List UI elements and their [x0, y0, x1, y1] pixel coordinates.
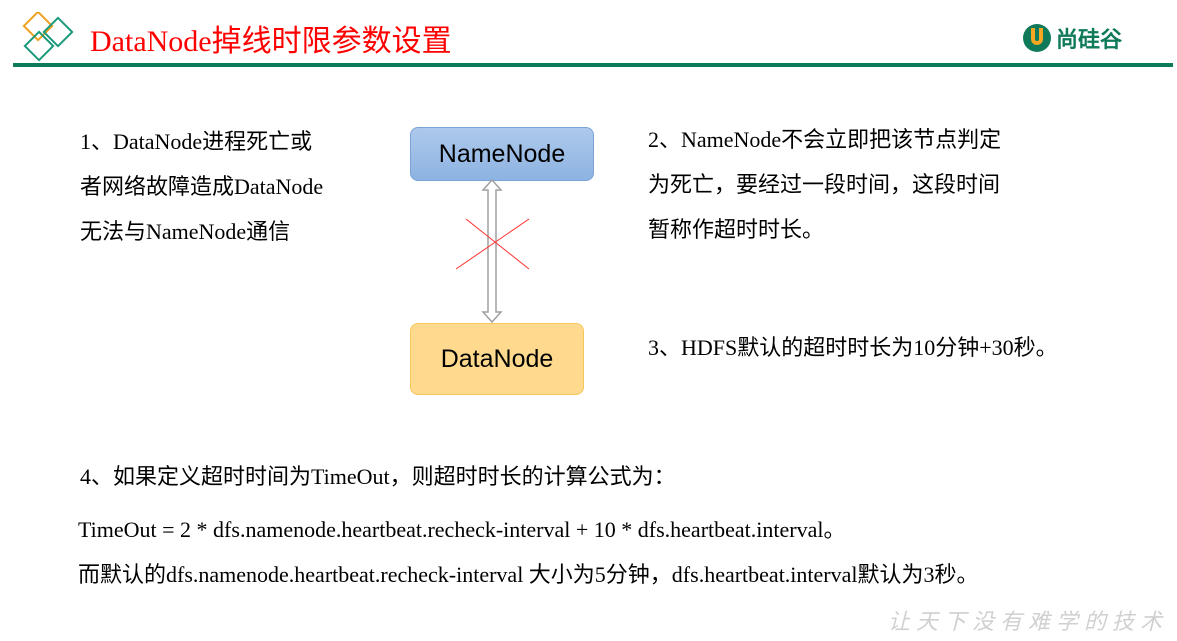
text-line: 者网络故障造成DataNode	[80, 174, 324, 199]
header-divider	[13, 63, 1173, 67]
datanode-box: DataNode	[410, 323, 584, 395]
page-title: DataNode掉线时限参数设置	[90, 25, 452, 58]
text-line: 暂称作超时时长。	[648, 217, 825, 242]
point-2: 2、NameNode不会立即把该节点判定 为死亡，要经过一段时间，这段时间 暂称…	[648, 117, 1001, 252]
point-4: 4、如果定义超时时间为TimeOut，则超时时长的计算公式为：	[80, 464, 676, 489]
text-line: 1、DataNode进程死亡或	[80, 129, 313, 154]
footer-slogan: 让天下没有难学的技术	[888, 609, 1169, 634]
double-arrow-icon	[481, 178, 503, 324]
brand-u-icon	[1023, 24, 1051, 52]
point-3: 3、HDFS默认的超时时长为10分钟+30秒。	[648, 335, 1058, 360]
brand-logo: 尚硅谷	[1022, 22, 1122, 54]
brand-name: 尚硅谷	[1056, 28, 1123, 53]
text-line: 无法与NameNode通信	[80, 219, 291, 244]
text-line: 为死亡，要经过一段时间，这段时间	[648, 172, 1001, 197]
point-1: 1、DataNode进程死亡或 者网络故障造成DataNode 无法与NameN…	[80, 119, 323, 254]
broken-connection-diagram	[455, 178, 530, 324]
defaults-text: 而默认的dfs.namenode.heartbeat.recheck-inter…	[78, 562, 979, 587]
formula-text: TimeOut = 2 * dfs.namenode.heartbeat.rec…	[78, 517, 846, 542]
diamond-logo-icon	[22, 12, 74, 62]
namenode-box: NameNode	[410, 127, 594, 181]
text-line: 2、NameNode不会立即把该节点判定	[648, 127, 1002, 152]
